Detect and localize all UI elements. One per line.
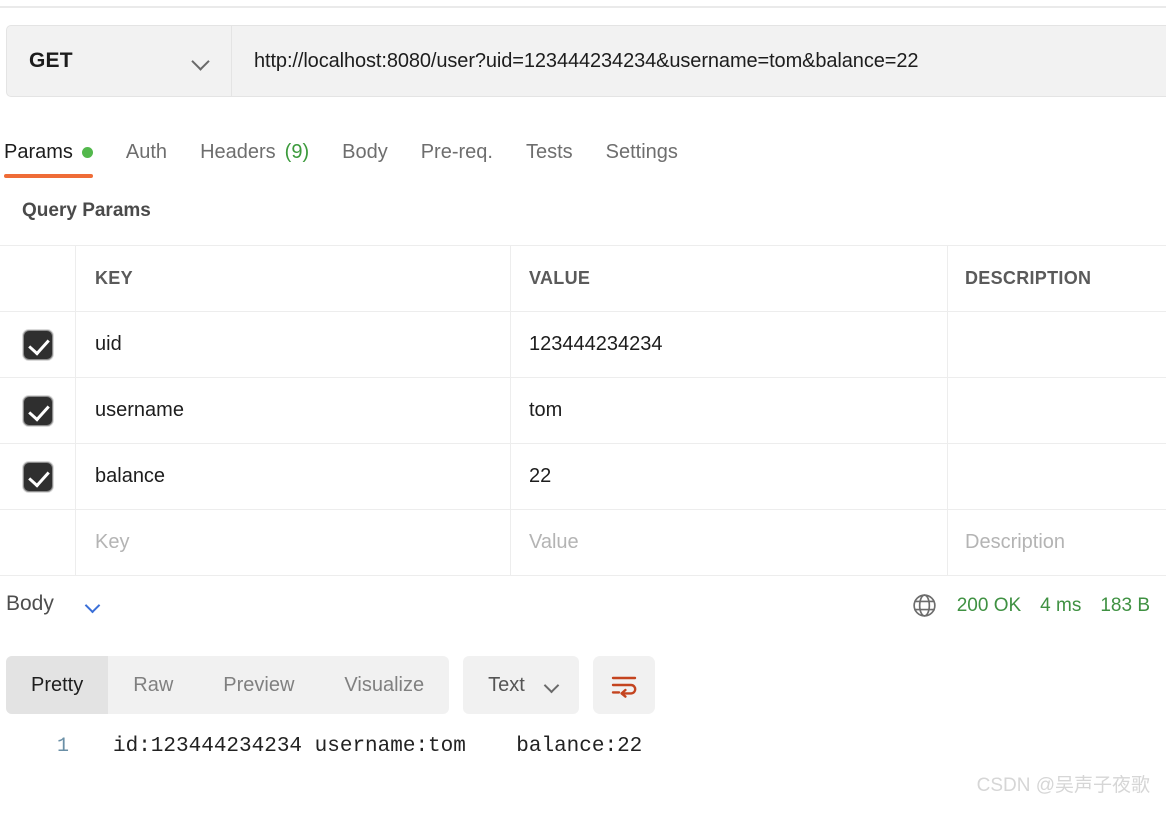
request-tab-bar: Params Auth Headers (9) Body Pre-req. Te…: [0, 130, 1166, 178]
tab-auth[interactable]: Auth: [126, 130, 167, 174]
top-divider: [0, 6, 1166, 8]
tab-tests[interactable]: Tests: [526, 130, 573, 174]
column-header-description: DESCRIPTION: [965, 268, 1092, 288]
tab-pretty[interactable]: Pretty: [6, 656, 109, 714]
url-input[interactable]: http://localhost:8080/user?uid=123444234…: [232, 25, 1166, 97]
tab-params[interactable]: Params: [4, 130, 93, 178]
tab-headers[interactable]: Headers (9): [200, 130, 309, 174]
word-wrap-icon: [611, 676, 637, 698]
table-row: uid 123444234234: [0, 312, 1166, 378]
header-checkbox-cell: [0, 246, 76, 311]
response-body-header: Body 200 OK 4 ms 183 B: [0, 586, 1166, 632]
param-key[interactable]: username: [95, 399, 184, 422]
tab-params-label: Params: [4, 140, 73, 163]
row-checkbox[interactable]: [22, 461, 53, 492]
table-row: balance 22: [0, 444, 1166, 510]
new-row-checkbox-cell: [0, 510, 76, 575]
param-value[interactable]: tom: [529, 399, 562, 422]
tab-prerequest-label: Pre-req.: [420, 140, 493, 163]
params-modified-dot-icon: [81, 146, 93, 158]
response-time: 4 ms: [1040, 594, 1082, 616]
param-key[interactable]: uid: [95, 333, 122, 356]
column-header-value: VALUE: [529, 268, 591, 288]
http-method-dropdown[interactable]: GET: [6, 25, 232, 97]
line-number: 1: [57, 735, 70, 758]
word-wrap-button[interactable]: [592, 656, 655, 714]
tab-raw[interactable]: Raw: [108, 656, 198, 714]
response-view-tabs: Pretty Raw Preview Visualize: [6, 656, 450, 714]
table-new-row: Key Value Description: [0, 510, 1166, 576]
response-format-label: Text: [488, 673, 525, 696]
response-body-line: id:123444234234 username:tom balance:22: [113, 735, 643, 758]
response-body-label: Body: [6, 592, 54, 615]
param-key[interactable]: balance: [95, 465, 165, 488]
tab-headers-count: (9): [284, 140, 310, 163]
row-checkbox[interactable]: [22, 329, 53, 360]
tab-settings-label: Settings: [605, 140, 678, 163]
chevron-down-icon: [193, 53, 209, 69]
row-checkbox[interactable]: [22, 395, 53, 426]
tab-auth-label: Auth: [125, 140, 168, 163]
request-url-row: GET http://localhost:8080/user?uid=12344…: [6, 25, 1166, 97]
param-value[interactable]: 123444234234: [529, 333, 662, 356]
url-text: http://localhost:8080/user?uid=123444234…: [254, 49, 919, 72]
watermark: CSDN @吴声子夜歌: [976, 775, 1150, 796]
tab-prerequest[interactable]: Pre-req.: [421, 130, 493, 174]
table-header-row: KEY VALUE DESCRIPTION: [0, 246, 1166, 312]
response-size: 183 B: [1100, 594, 1150, 616]
chevron-down-icon[interactable]: [86, 598, 100, 612]
param-value[interactable]: 22: [529, 465, 551, 488]
tab-headers-label: Headers: [200, 140, 276, 163]
status-code: 200 OK: [956, 594, 1022, 616]
response-view-toolbar: Pretty Raw Preview Visualize Text: [6, 656, 655, 714]
tab-body[interactable]: Body: [342, 130, 388, 174]
new-param-value-input[interactable]: Value: [529, 531, 579, 554]
new-param-description-input[interactable]: Description: [965, 531, 1065, 554]
query-params-heading: Query Params: [22, 200, 151, 221]
new-param-key-input[interactable]: Key: [95, 531, 129, 554]
query-params-table: KEY VALUE DESCRIPTION uid 123444234234 u…: [0, 245, 1166, 576]
chevron-down-icon: [545, 678, 559, 692]
column-header-key: KEY: [95, 268, 133, 288]
tab-preview[interactable]: Preview: [198, 656, 319, 714]
globe-icon: [913, 594, 936, 617]
tab-tests-label: Tests: [525, 140, 573, 163]
api-client-window: GET http://localhost:8080/user?uid=12344…: [0, 0, 1166, 814]
tab-visualize[interactable]: Visualize: [319, 656, 449, 714]
response-status-group: 200 OK 4 ms 183 B: [911, 592, 1150, 619]
response-format-dropdown[interactable]: Text: [463, 656, 579, 714]
table-row: username tom: [0, 378, 1166, 444]
tab-body-label: Body: [342, 140, 388, 163]
tab-settings[interactable]: Settings: [606, 130, 678, 174]
http-method-label: GET: [29, 49, 73, 72]
